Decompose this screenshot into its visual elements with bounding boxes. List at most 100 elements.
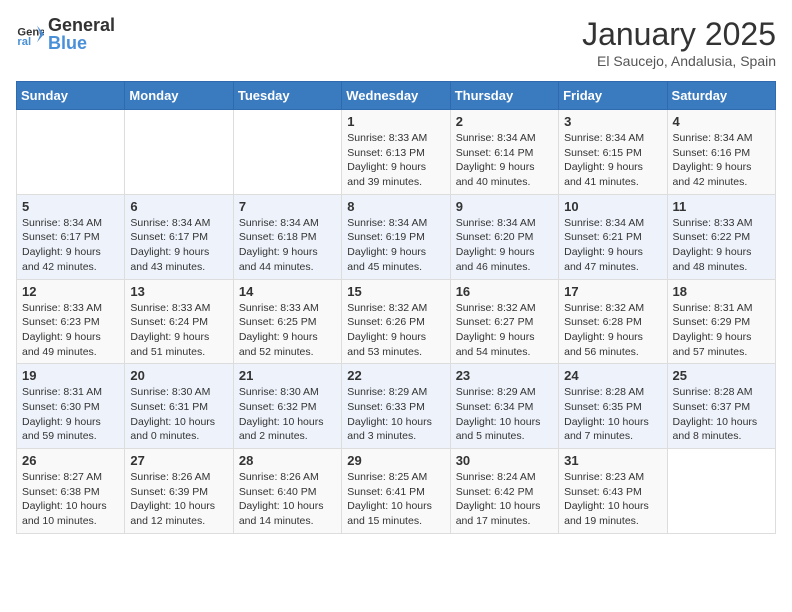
day-number: 12 <box>22 284 119 299</box>
day-info: Sunrise: 8:33 AM Sunset: 6:24 PM Dayligh… <box>130 301 227 360</box>
day-info: Sunrise: 8:33 AM Sunset: 6:25 PM Dayligh… <box>239 301 336 360</box>
calendar-cell: 27 Sunrise: 8:26 AM Sunset: 6:39 PM Dayli… <box>125 449 233 534</box>
calendar-cell: 15 Sunrise: 8:32 AM Sunset: 6:26 PM Dayli… <box>342 279 450 364</box>
calendar-title: January 2025 <box>582 16 776 53</box>
day-number: 23 <box>456 368 553 383</box>
calendar-cell: 26Sunrise: 8:27 AM Sunset: 6:38 PM Dayli… <box>17 449 125 534</box>
day-number: 18 <box>673 284 770 299</box>
calendar-cell: 1 Sunrise: 8:33 AM Sunset: 6:13 PM Daylig… <box>342 110 450 195</box>
day-info: Sunrise: 8:34 AM Sunset: 6:16 PM Dayligh… <box>673 131 770 190</box>
calendar-cell: 18 Sunrise: 8:31 AM Sunset: 6:29 PM Dayli… <box>667 279 775 364</box>
day-info: Sunrise: 8:32 AM Sunset: 6:27 PM Dayligh… <box>456 301 553 360</box>
day-number: 28 <box>239 453 336 468</box>
calendar-cell: 12 Sunrise: 8:33 AM Sunset: 6:23 PM Dayli… <box>17 279 125 364</box>
logo-text-general: General <box>48 16 115 34</box>
day-number: 17 <box>564 284 661 299</box>
day-number: 20 <box>130 368 227 383</box>
day-number: 7 <box>239 199 336 214</box>
calendar-cell: 9 Sunrise: 8:34 AM Sunset: 6:20 PM Daylig… <box>450 194 558 279</box>
day-info: Sunrise: 8:32 AM Sunset: 6:28 PM Dayligh… <box>564 301 661 360</box>
day-number: 27 <box>130 453 227 468</box>
day-number: 16 <box>456 284 553 299</box>
day-info: Sunrise: 8:31 AM Sunset: 6:30 PM Dayligh… <box>22 385 119 444</box>
page-header: Gene ral General Blue January 2025 El Sa… <box>16 16 776 69</box>
calendar-week-4: 19 Sunrise: 8:31 AM Sunset: 6:30 PM Dayli… <box>17 364 776 449</box>
calendar-cell: 2Sunrise: 8:34 AM Sunset: 6:14 PM Daylig… <box>450 110 558 195</box>
day-number: 31 <box>564 453 661 468</box>
day-info: Sunrise: 8:28 AM Sunset: 6:37 PM Dayligh… <box>673 385 770 444</box>
calendar-cell <box>667 449 775 534</box>
calendar-cell: 6Sunrise: 8:34 AM Sunset: 6:17 PM Daylig… <box>125 194 233 279</box>
day-info: Sunrise: 8:25 AM Sunset: 6:41 PM Dayligh… <box>347 470 444 529</box>
day-info: Sunrise: 8:29 AM Sunset: 6:34 PM Dayligh… <box>456 385 553 444</box>
weekday-header-saturday: Saturday <box>667 82 775 110</box>
day-info: Sunrise: 8:34 AM Sunset: 6:14 PM Dayligh… <box>456 131 553 190</box>
day-info: Sunrise: 8:34 AM Sunset: 6:18 PM Dayligh… <box>239 216 336 275</box>
calendar-cell: 8 Sunrise: 8:34 AM Sunset: 6:19 PM Daylig… <box>342 194 450 279</box>
logo-text-blue: Blue <box>48 34 115 52</box>
day-number: 19 <box>22 368 119 383</box>
day-number: 9 <box>456 199 553 214</box>
calendar-cell: 10 Sunrise: 8:34 AM Sunset: 6:21 PM Dayli… <box>559 194 667 279</box>
calendar-cell: 21 Sunrise: 8:30 AM Sunset: 6:32 PM Dayli… <box>233 364 341 449</box>
day-info: Sunrise: 8:34 AM Sunset: 6:17 PM Dayligh… <box>22 216 119 275</box>
calendar-cell: 3Sunrise: 8:34 AM Sunset: 6:15 PM Daylig… <box>559 110 667 195</box>
day-number: 8 <box>347 199 444 214</box>
day-number: 24 <box>564 368 661 383</box>
calendar-cell: 19 Sunrise: 8:31 AM Sunset: 6:30 PM Dayli… <box>17 364 125 449</box>
day-number: 21 <box>239 368 336 383</box>
calendar-cell: 14 Sunrise: 8:33 AM Sunset: 6:25 PM Dayli… <box>233 279 341 364</box>
day-number: 14 <box>239 284 336 299</box>
day-number: 10 <box>564 199 661 214</box>
weekday-header-thursday: Thursday <box>450 82 558 110</box>
day-info: Sunrise: 8:34 AM Sunset: 6:19 PM Dayligh… <box>347 216 444 275</box>
calendar-cell: 4 Sunrise: 8:34 AM Sunset: 6:16 PM Daylig… <box>667 110 775 195</box>
calendar-week-5: 26Sunrise: 8:27 AM Sunset: 6:38 PM Dayli… <box>17 449 776 534</box>
calendar-cell: 28 Sunrise: 8:26 AM Sunset: 6:40 PM Dayli… <box>233 449 341 534</box>
calendar-week-1: 1 Sunrise: 8:33 AM Sunset: 6:13 PM Daylig… <box>17 110 776 195</box>
day-info: Sunrise: 8:34 AM Sunset: 6:17 PM Dayligh… <box>130 216 227 275</box>
svg-text:ral: ral <box>17 36 31 48</box>
calendar-week-3: 12 Sunrise: 8:33 AM Sunset: 6:23 PM Dayli… <box>17 279 776 364</box>
weekday-header-monday: Monday <box>125 82 233 110</box>
day-number: 30 <box>456 453 553 468</box>
weekday-header-friday: Friday <box>559 82 667 110</box>
calendar-table: SundayMondayTuesdayWednesdayThursdayFrid… <box>16 81 776 534</box>
day-info: Sunrise: 8:26 AM Sunset: 6:40 PM Dayligh… <box>239 470 336 529</box>
title-section: January 2025 El Saucejo, Andalusia, Spai… <box>582 16 776 69</box>
weekday-header-wednesday: Wednesday <box>342 82 450 110</box>
calendar-cell: 7 Sunrise: 8:34 AM Sunset: 6:18 PM Daylig… <box>233 194 341 279</box>
calendar-cell <box>17 110 125 195</box>
calendar-cell: 11 Sunrise: 8:33 AM Sunset: 6:22 PM Dayli… <box>667 194 775 279</box>
calendar-cell: 24 Sunrise: 8:28 AM Sunset: 6:35 PM Dayli… <box>559 364 667 449</box>
calendar-cell <box>233 110 341 195</box>
day-info: Sunrise: 8:28 AM Sunset: 6:35 PM Dayligh… <box>564 385 661 444</box>
logo: Gene ral General Blue <box>16 16 115 52</box>
calendar-cell <box>125 110 233 195</box>
day-info: Sunrise: 8:30 AM Sunset: 6:31 PM Dayligh… <box>130 385 227 444</box>
day-info: Sunrise: 8:31 AM Sunset: 6:29 PM Dayligh… <box>673 301 770 360</box>
day-info: Sunrise: 8:26 AM Sunset: 6:39 PM Dayligh… <box>130 470 227 529</box>
weekday-header-row: SundayMondayTuesdayWednesdayThursdayFrid… <box>17 82 776 110</box>
calendar-cell: 25Sunrise: 8:28 AM Sunset: 6:37 PM Dayli… <box>667 364 775 449</box>
day-info: Sunrise: 8:30 AM Sunset: 6:32 PM Dayligh… <box>239 385 336 444</box>
calendar-cell: 30Sunrise: 8:24 AM Sunset: 6:42 PM Dayli… <box>450 449 558 534</box>
day-number: 15 <box>347 284 444 299</box>
day-number: 5 <box>22 199 119 214</box>
day-info: Sunrise: 8:34 AM Sunset: 6:20 PM Dayligh… <box>456 216 553 275</box>
day-number: 3 <box>564 114 661 129</box>
day-number: 1 <box>347 114 444 129</box>
day-number: 11 <box>673 199 770 214</box>
day-info: Sunrise: 8:34 AM Sunset: 6:21 PM Dayligh… <box>564 216 661 275</box>
calendar-cell: 20 Sunrise: 8:30 AM Sunset: 6:31 PM Dayli… <box>125 364 233 449</box>
calendar-week-2: 5 Sunrise: 8:34 AM Sunset: 6:17 PM Daylig… <box>17 194 776 279</box>
calendar-cell: 17 Sunrise: 8:32 AM Sunset: 6:28 PM Dayli… <box>559 279 667 364</box>
day-number: 4 <box>673 114 770 129</box>
weekday-header-sunday: Sunday <box>17 82 125 110</box>
day-info: Sunrise: 8:33 AM Sunset: 6:23 PM Dayligh… <box>22 301 119 360</box>
day-info: Sunrise: 8:32 AM Sunset: 6:26 PM Dayligh… <box>347 301 444 360</box>
day-info: Sunrise: 8:33 AM Sunset: 6:22 PM Dayligh… <box>673 216 770 275</box>
day-info: Sunrise: 8:33 AM Sunset: 6:13 PM Dayligh… <box>347 131 444 190</box>
day-number: 29 <box>347 453 444 468</box>
calendar-cell: 29 Sunrise: 8:25 AM Sunset: 6:41 PM Dayli… <box>342 449 450 534</box>
